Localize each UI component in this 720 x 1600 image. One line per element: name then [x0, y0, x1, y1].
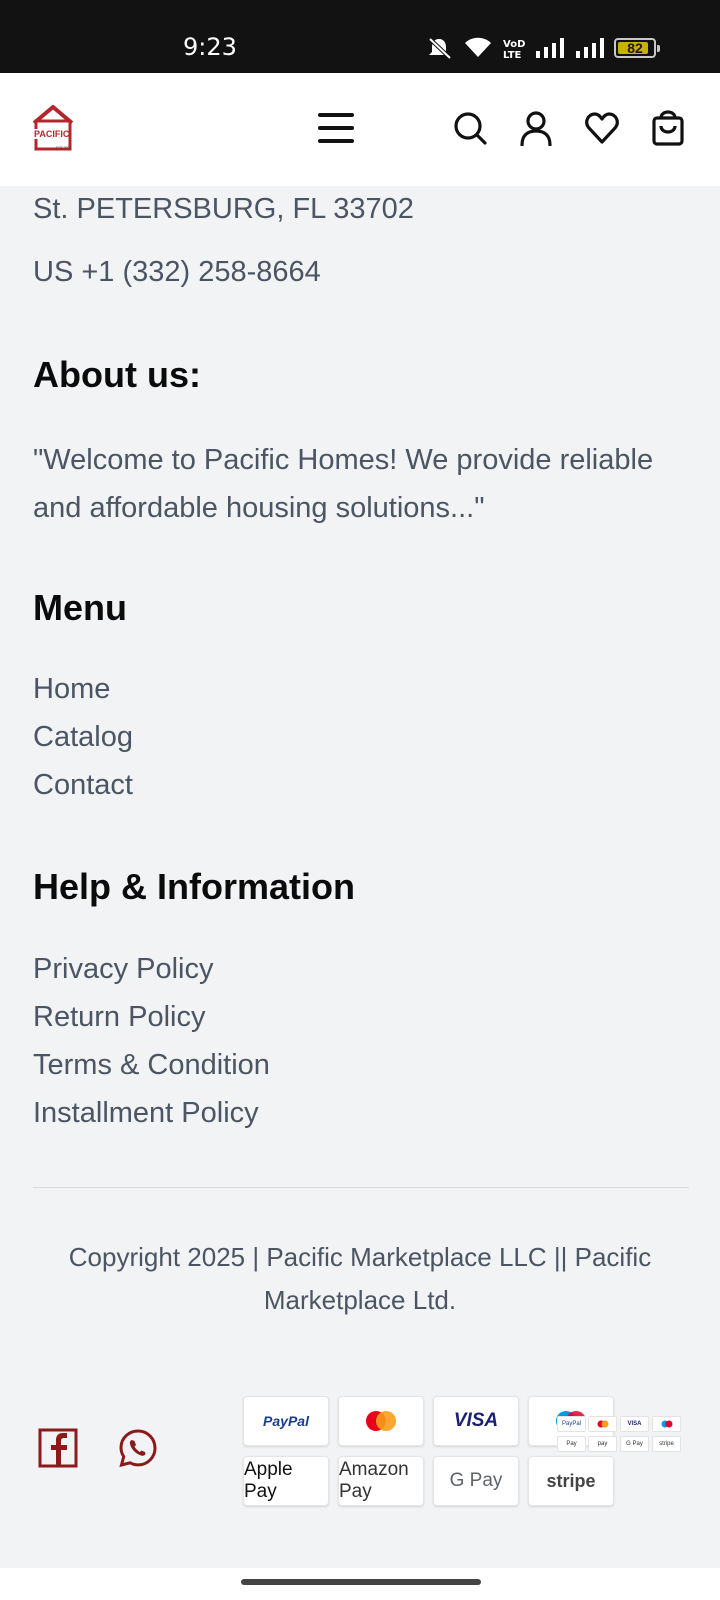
battery-icon: 82	[614, 38, 660, 58]
logo-sub: EST 2021	[56, 146, 72, 150]
mini-visa: VISA	[620, 1416, 649, 1432]
mini-mastercard	[588, 1416, 617, 1432]
help-link-terms[interactable]: Terms & Condition	[33, 1049, 270, 1082]
volte-icon: VoD LTE	[503, 39, 525, 59]
signal-2-icon	[576, 38, 604, 58]
menu-icon[interactable]	[316, 111, 356, 145]
mini-maestro	[652, 1416, 681, 1432]
menu-link-catalog[interactable]: Catalog	[33, 721, 133, 754]
whatsapp-icon[interactable]	[118, 1428, 158, 1468]
mastercard-card	[338, 1396, 424, 1446]
paypal-label: PayPal	[263, 1413, 309, 1429]
visa-label: VISA	[453, 1410, 499, 1431]
status-time: 9:23	[183, 33, 237, 61]
battery-level: 82	[627, 40, 643, 56]
help-heading: Help & Information	[33, 866, 355, 907]
about-text: "Welcome to Pacific Homes! We provide re…	[33, 444, 654, 524]
bag-icon[interactable]	[650, 110, 686, 146]
stripe-label: stripe	[546, 1470, 596, 1491]
mini-mastercard-icon	[597, 1420, 608, 1428]
amazon-pay-label: Amazon Pay	[339, 1459, 409, 1502]
signal-1-icon	[536, 38, 564, 58]
logo-text: PACIFIC	[34, 129, 70, 139]
google-pay-label: G Pay	[449, 1470, 503, 1491]
phone-line[interactable]: US +1 (332) 258-8664	[33, 256, 321, 289]
mastercard-icon	[366, 1411, 396, 1431]
mute-icon	[428, 37, 452, 60]
mini-paypal: PayPal	[557, 1416, 586, 1432]
about-heading: About us:	[33, 354, 201, 395]
menu-link-contact[interactable]: Contact	[33, 769, 133, 802]
mini-google-pay: G Pay	[620, 1436, 649, 1452]
menu-heading: Menu	[33, 587, 127, 628]
logo[interactable]: PACIFIC EST 2021	[30, 103, 76, 155]
paypal-card: PayPal	[243, 1396, 329, 1446]
heart-icon[interactable]	[584, 110, 620, 146]
address-line: St. PETERSBURG, FL 33702	[33, 193, 414, 225]
apple-pay-card: Apple Pay	[243, 1456, 329, 1506]
mini-amazon-pay: pay	[588, 1436, 617, 1452]
help-link-return[interactable]: Return Policy	[33, 1001, 205, 1034]
visa-card: VISA	[433, 1396, 519, 1446]
help-link-privacy[interactable]: Privacy Policy	[33, 953, 214, 986]
copyright-text: Copyright 2025 | Pacific Marketplace LLC…	[68, 1242, 652, 1315]
wifi-icon	[465, 37, 491, 57]
user-icon[interactable]	[518, 110, 554, 146]
status-bar: 9:23 VoD LTE 82	[0, 0, 720, 73]
google-pay-card: G Pay	[433, 1456, 519, 1506]
footer-divider	[33, 1187, 689, 1188]
stripe-card: stripe	[528, 1456, 614, 1506]
apple-pay-label: Apple Pay	[244, 1459, 293, 1502]
amazon-pay-card: Amazon Pay	[338, 1456, 424, 1506]
facebook-icon[interactable]	[38, 1428, 78, 1468]
home-indicator[interactable]	[241, 1579, 481, 1585]
menu-link-home[interactable]: Home	[33, 673, 110, 706]
mini-maestro-icon	[661, 1420, 672, 1428]
svg-text:LTE: LTE	[503, 50, 522, 59]
help-link-installment[interactable]: Installment Policy	[33, 1097, 259, 1130]
battery-tip	[657, 45, 660, 52]
svg-text:VoD: VoD	[503, 39, 525, 50]
search-icon[interactable]	[452, 110, 488, 146]
mini-stripe: stripe	[652, 1436, 681, 1452]
mini-apple-pay: Pay	[557, 1436, 586, 1452]
